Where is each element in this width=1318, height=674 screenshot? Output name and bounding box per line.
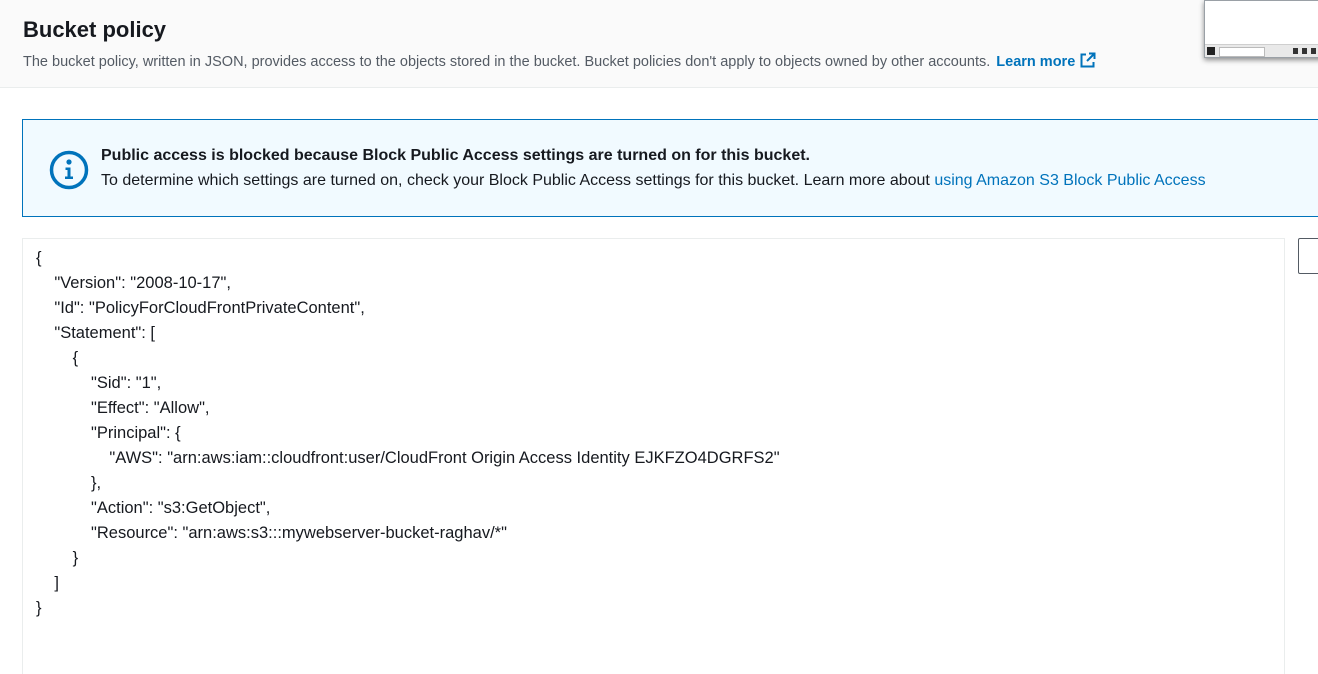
policy-json-viewer[interactable]: { "Version": "2008-10-17", "Id": "Policy… <box>22 238 1285 674</box>
policy-json-code: { "Version": "2008-10-17", "Id": "Policy… <box>36 246 780 621</box>
code-line: ] <box>36 574 59 592</box>
code-line: "Version": "2008-10-17", <box>36 274 231 292</box>
page-title: Bucket policy <box>23 17 167 42</box>
code-line: { <box>36 249 42 267</box>
code-line: "Resource": "arn:aws:s3:::mywebserver-bu… <box>36 524 507 542</box>
bucket-policy-page: Bucket policy The bucket policy, written… <box>0 0 1318 674</box>
learn-more-link[interactable]: Learn more <box>996 52 1096 70</box>
learn-more-label: Learn more <box>996 54 1076 70</box>
alert-title: Public access is blocked because Block P… <box>101 147 810 164</box>
window-thumbnail <box>1204 0 1318 58</box>
description-text: The bucket policy, written in JSON, prov… <box>23 54 991 70</box>
alert-body-text: To determine which settings are turned o… <box>101 172 935 189</box>
code-line: } <box>36 599 42 617</box>
thumbnail-search-box <box>1219 47 1265 57</box>
copy-policy-button[interactable] <box>1298 238 1318 274</box>
code-line: "Principal": { <box>36 424 181 442</box>
block-public-access-link[interactable]: using Amazon S3 Block Public Access <box>934 172 1205 189</box>
info-circle-icon <box>49 150 89 190</box>
page-description: The bucket policy, written in JSON, prov… <box>23 52 1096 70</box>
code-line: "Sid": "1", <box>36 374 162 392</box>
code-line: "Effect": "Allow", <box>36 399 210 417</box>
start-icon <box>1207 47 1215 55</box>
external-link-icon <box>1080 52 1096 68</box>
tray-icons <box>1293 48 1318 54</box>
thumbnail-taskbar <box>1205 44 1318 57</box>
code-line: "AWS": "arn:aws:iam::cloudfront:user/Clo… <box>36 449 780 467</box>
code-line: "Action": "s3:GetObject", <box>36 499 271 517</box>
bucket-policy-header: Bucket policy The bucket policy, written… <box>0 0 1318 88</box>
code-line: } <box>36 549 79 567</box>
code-line: "Statement": [ <box>36 324 156 342</box>
code-line: { <box>36 349 79 367</box>
public-access-info-alert: Public access is blocked because Block P… <box>22 119 1318 217</box>
code-line: }, <box>36 474 102 492</box>
code-line: "Id": "PolicyForCloudFrontPrivateContent… <box>36 299 365 317</box>
alert-body: To determine which settings are turned o… <box>101 172 1206 190</box>
